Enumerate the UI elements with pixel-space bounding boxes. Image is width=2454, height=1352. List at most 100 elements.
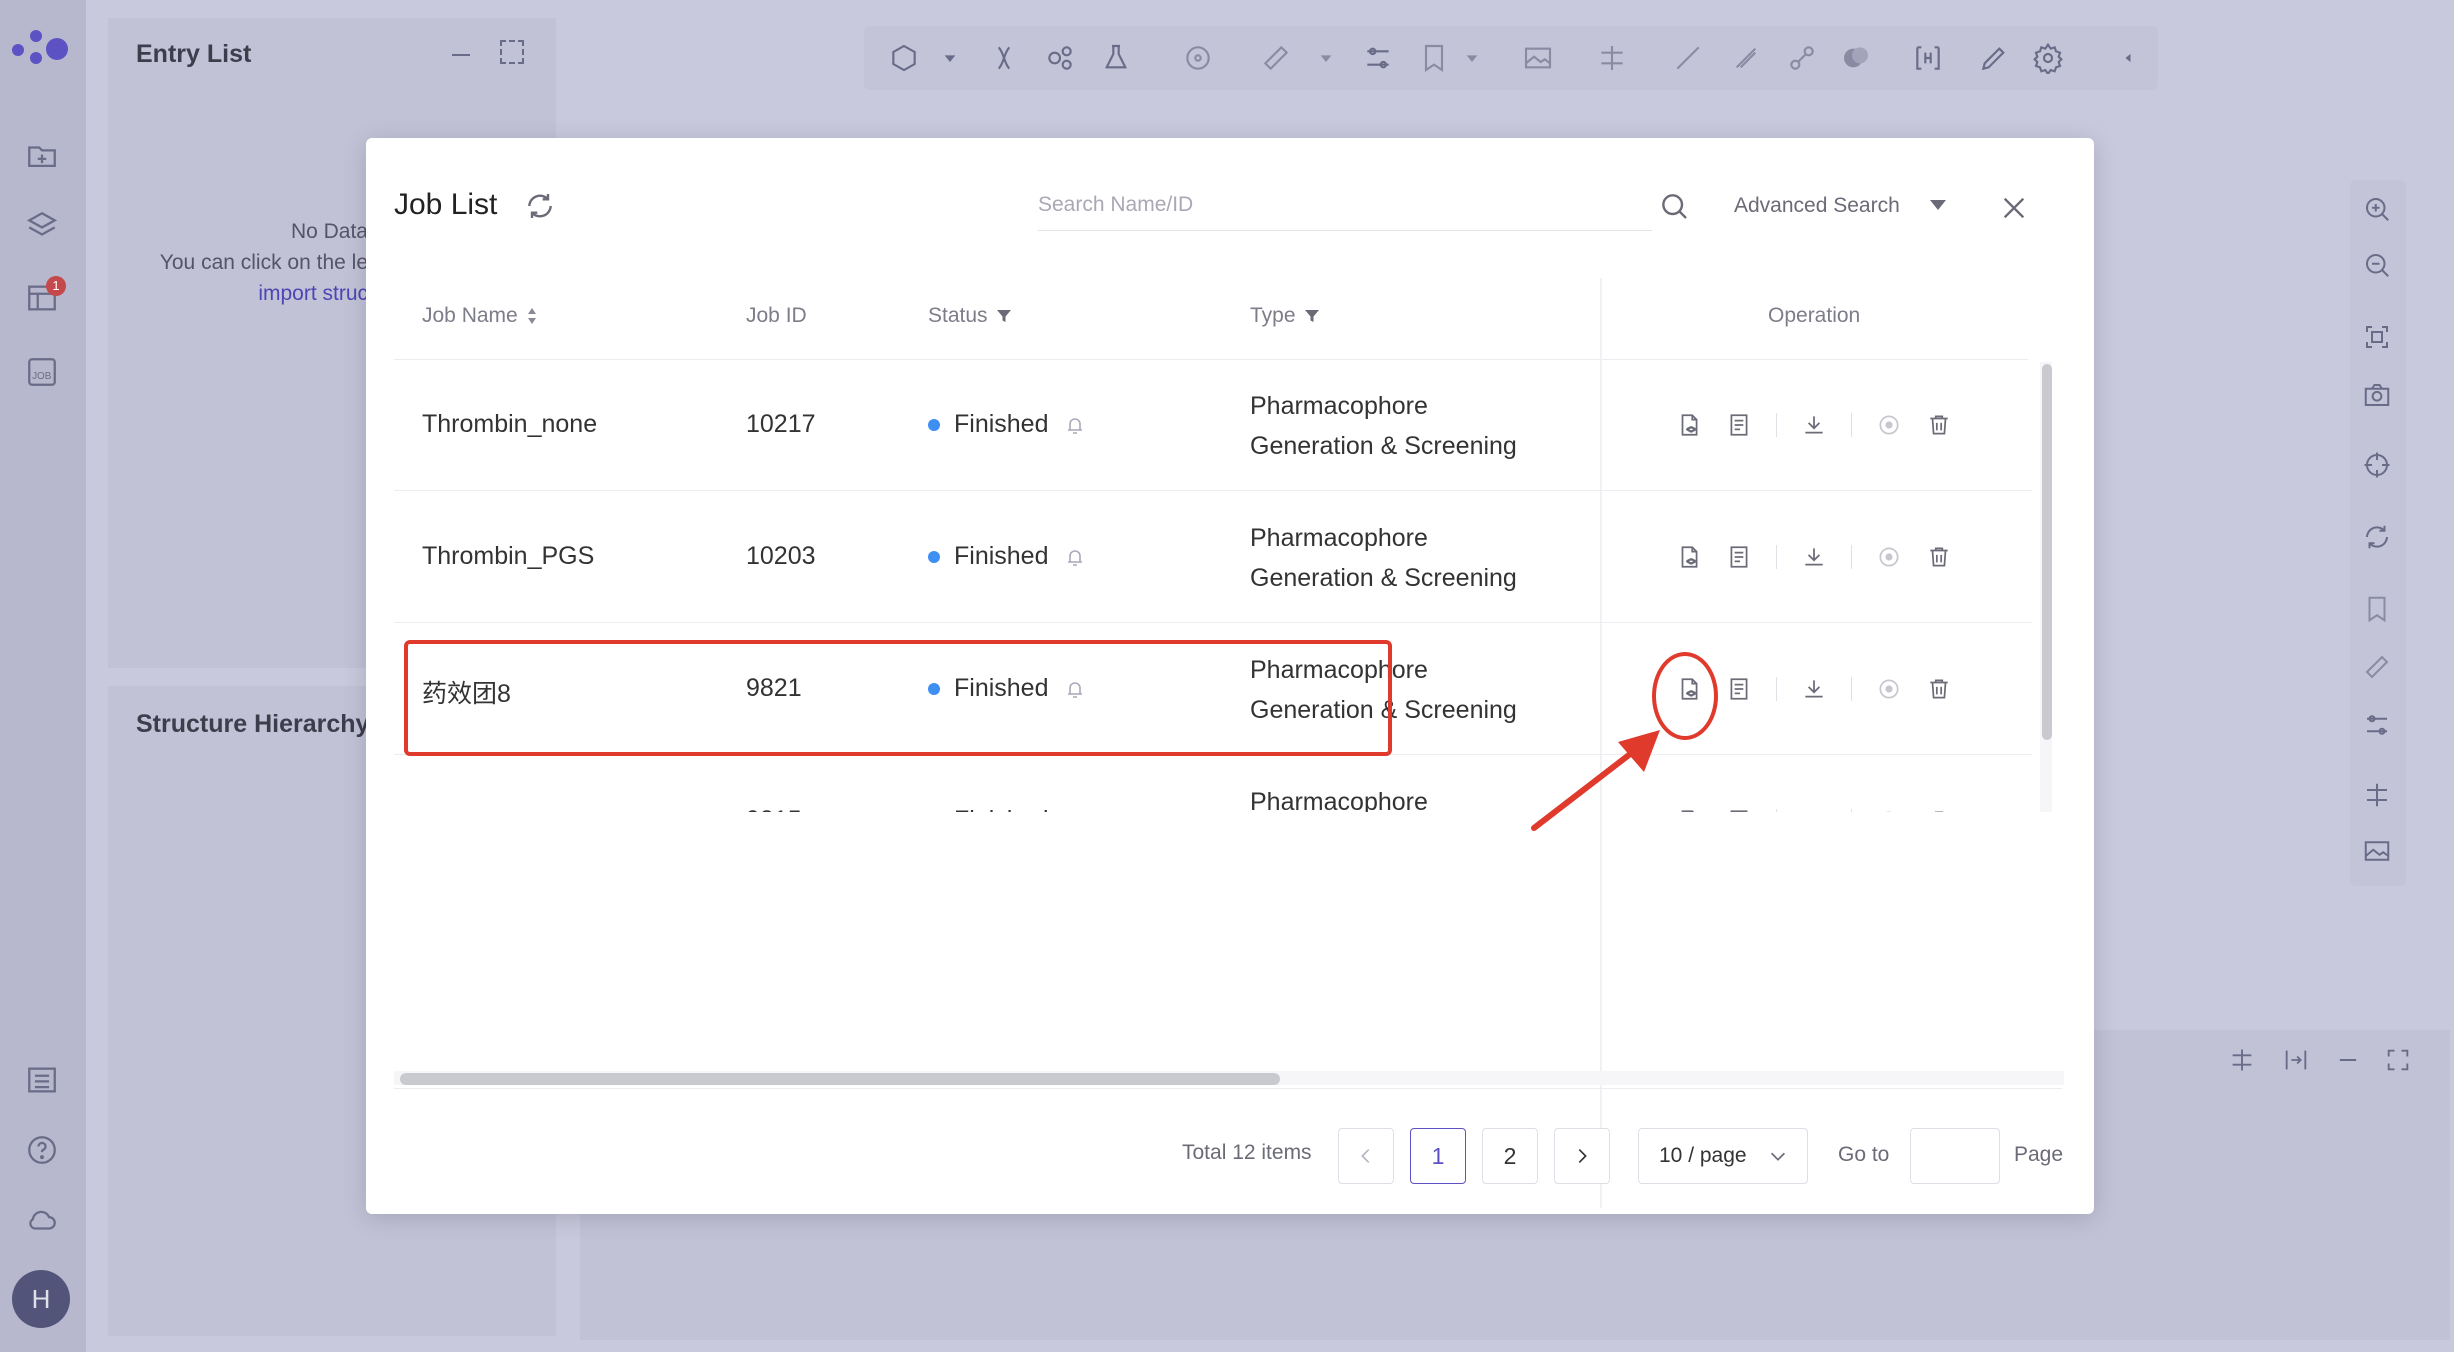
chevron-down-icon[interactable] bbox=[1930, 200, 1946, 210]
view-result-icon[interactable] bbox=[1674, 542, 1704, 572]
stop-icon[interactable] bbox=[1874, 542, 1904, 572]
table-row[interactable]: Thrombin_none 10217 Finished Pharmacophore G… bbox=[394, 360, 2032, 491]
log-icon[interactable] bbox=[1724, 674, 1754, 704]
ruler-icon[interactable] bbox=[2362, 652, 2394, 684]
log-icon[interactable] bbox=[1724, 806, 1754, 812]
advanced-search-button[interactable]: Advanced Search bbox=[1734, 194, 1900, 218]
notification-badge: 1 bbox=[46, 276, 66, 296]
annotation-arrow bbox=[1531, 730, 1660, 831]
collapse-icon[interactable] bbox=[2118, 40, 2138, 76]
delete-icon[interactable] bbox=[1924, 542, 1954, 572]
avatar[interactable]: H bbox=[12, 1270, 70, 1328]
notification-bell-icon[interactable] bbox=[1063, 809, 1087, 813]
job-icon[interactable]: JOB bbox=[22, 352, 62, 392]
align-icon[interactable] bbox=[2362, 780, 2394, 812]
table-row[interactable]: 药效团9 9815 Finished PharmacophoreGeneration … bbox=[394, 756, 2032, 812]
minimize-icon[interactable] bbox=[2334, 1046, 2364, 1076]
pencil-icon[interactable] bbox=[1976, 40, 2012, 76]
bookmark-icon[interactable] bbox=[1416, 40, 1452, 76]
job-id-cell: 9815 bbox=[746, 806, 802, 812]
gear-icon[interactable] bbox=[2030, 40, 2066, 76]
ruler-icon[interactable] bbox=[1258, 40, 1294, 76]
list-icon[interactable] bbox=[22, 1060, 62, 1100]
page-1-button[interactable]: 1 bbox=[1410, 1128, 1466, 1184]
notification-bell-icon[interactable] bbox=[1063, 413, 1087, 437]
align-icon[interactable] bbox=[1594, 40, 1630, 76]
line-icon[interactable] bbox=[1670, 40, 1706, 76]
log-icon[interactable] bbox=[1724, 410, 1754, 440]
layers-icon[interactable] bbox=[22, 206, 62, 246]
col-header-status[interactable]: Status bbox=[928, 304, 1012, 328]
reset-icon[interactable] bbox=[2362, 522, 2394, 554]
dock-icon[interactable] bbox=[2282, 1046, 2312, 1076]
delete-icon[interactable] bbox=[1924, 410, 1954, 440]
col-header-job-name[interactable]: Job Name bbox=[422, 304, 538, 328]
view-result-icon[interactable] bbox=[1674, 806, 1704, 812]
sequence-icon[interactable] bbox=[2362, 710, 2394, 742]
refresh-icon[interactable] bbox=[524, 190, 556, 222]
download-icon[interactable] bbox=[1799, 410, 1829, 440]
hexagon-icon[interactable] bbox=[886, 40, 922, 76]
bond-icon[interactable] bbox=[1784, 40, 1820, 76]
log-icon[interactable] bbox=[1724, 542, 1754, 572]
chevron-down-icon[interactable] bbox=[1308, 40, 1344, 76]
maximize-icon[interactable] bbox=[2384, 1046, 2414, 1076]
bookmark-icon[interactable] bbox=[2362, 594, 2394, 626]
type-cell: PharmacophoreGeneration & Screening bbox=[1250, 782, 1517, 812]
molecule-icon[interactable] bbox=[986, 40, 1022, 76]
notification-bell-icon[interactable] bbox=[1063, 545, 1087, 569]
close-icon[interactable] bbox=[1998, 192, 2030, 224]
target-icon[interactable] bbox=[1180, 40, 1216, 76]
zoom-out-icon[interactable] bbox=[2362, 250, 2394, 282]
delete-icon[interactable] bbox=[1924, 674, 1954, 704]
filter-icon[interactable] bbox=[1304, 308, 1320, 324]
maximize-icon[interactable] bbox=[500, 40, 524, 64]
next-page-button[interactable] bbox=[1554, 1128, 1610, 1184]
search-input[interactable] bbox=[1038, 180, 1652, 231]
surface-icon[interactable] bbox=[1838, 40, 1874, 76]
download-icon[interactable] bbox=[1799, 674, 1829, 704]
hbond-icon[interactable] bbox=[1910, 40, 1946, 76]
stop-icon[interactable] bbox=[1874, 674, 1904, 704]
delete-icon[interactable] bbox=[1924, 806, 1954, 812]
new-project-icon[interactable] bbox=[22, 136, 62, 176]
status-cell: Finished bbox=[928, 806, 1087, 812]
page-2-button[interactable]: 2 bbox=[1482, 1128, 1538, 1184]
filter-icon[interactable] bbox=[996, 308, 1012, 324]
cloud-icon[interactable] bbox=[22, 1200, 62, 1240]
view-result-icon[interactable] bbox=[1674, 410, 1704, 440]
center-icon[interactable] bbox=[2362, 450, 2394, 482]
vertical-scrollbar-thumb[interactable] bbox=[2042, 364, 2052, 740]
image-icon[interactable] bbox=[1520, 40, 1556, 76]
stop-icon[interactable] bbox=[1874, 806, 1904, 812]
import-structure-link[interactable]: import struc bbox=[108, 278, 368, 309]
search-icon[interactable] bbox=[1658, 190, 1690, 222]
pen-icon[interactable] bbox=[1728, 40, 1764, 76]
horizontal-scrollbar-thumb[interactable] bbox=[400, 1073, 1280, 1085]
goto-page-input[interactable] bbox=[1910, 1128, 2000, 1184]
help-icon[interactable] bbox=[22, 1130, 62, 1170]
chevron-down-icon[interactable] bbox=[1454, 40, 1490, 76]
structure-hierarchy-title: Structure Hierarchy bbox=[136, 710, 370, 738]
image-icon[interactable] bbox=[2362, 836, 2394, 868]
table-row[interactable]: Thrombin_PGS 10203 Finished Pharmacophore Ge… bbox=[394, 492, 2032, 623]
highlight-box bbox=[404, 640, 1392, 756]
sequence-icon[interactable] bbox=[1360, 40, 1396, 76]
minimize-icon[interactable] bbox=[452, 54, 470, 56]
chevron-down-icon[interactable] bbox=[932, 40, 968, 76]
zoom-in-icon[interactable] bbox=[2362, 194, 2394, 226]
status-text: Finished bbox=[954, 542, 1049, 570]
flask-icon[interactable] bbox=[1098, 40, 1134, 76]
page-size-select[interactable]: 10 / page bbox=[1638, 1128, 1808, 1184]
sort-icon[interactable] bbox=[526, 306, 538, 326]
align-icon[interactable] bbox=[2228, 1046, 2258, 1076]
atoms-icon[interactable] bbox=[1042, 40, 1078, 76]
col-header-type[interactable]: Type bbox=[1250, 304, 1320, 328]
stop-icon[interactable] bbox=[1874, 410, 1904, 440]
prev-page-button[interactable] bbox=[1338, 1128, 1394, 1184]
camera-icon[interactable] bbox=[2362, 380, 2394, 412]
fit-icon[interactable] bbox=[2362, 322, 2394, 354]
download-icon[interactable] bbox=[1799, 542, 1829, 572]
download-icon[interactable] bbox=[1799, 806, 1829, 812]
job-id-cell: 10203 bbox=[746, 542, 816, 570]
